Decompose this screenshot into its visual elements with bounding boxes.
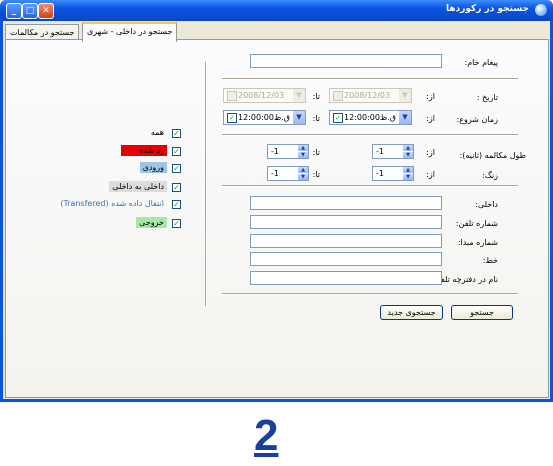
spin-up-icon[interactable]: ▲ bbox=[298, 145, 308, 151]
line-label: خط: bbox=[482, 256, 498, 265]
internal-to-internal-label: داخلی به داخلی bbox=[109, 181, 167, 192]
time-from-picker[interactable]: ✓ 12:00:00 ق.ظ ▼ bbox=[329, 110, 412, 125]
tab-search-calls[interactable]: جستجو در مکالمات bbox=[5, 24, 80, 40]
internal-to-internal-checkbox[interactable]: ✓ bbox=[172, 183, 181, 192]
spin-down-icon[interactable]: ▼ bbox=[298, 174, 308, 180]
chevron-down-icon[interactable]: ▼ bbox=[399, 89, 411, 102]
time-from-label: از: bbox=[426, 114, 435, 123]
time-to-checkbox[interactable]: ✓ bbox=[227, 113, 237, 123]
window-title: جستجو در رکوردها bbox=[446, 4, 529, 14]
phonebook-name-input[interactable] bbox=[250, 271, 442, 285]
figure-number: 2 bbox=[254, 411, 279, 460]
separator bbox=[222, 134, 518, 136]
source-number-label: شماره مبدا: bbox=[457, 238, 498, 247]
search-button[interactable]: جستجو bbox=[451, 305, 513, 320]
date-to-picker[interactable]: 2008/12/03 ▼ bbox=[223, 88, 306, 103]
ring-to-label: تا: bbox=[312, 170, 320, 179]
all-label: همه bbox=[150, 128, 164, 137]
separator bbox=[222, 293, 518, 295]
minimize-button[interactable]: _ bbox=[6, 3, 22, 19]
ring-from-label: از: bbox=[426, 170, 435, 179]
transferred-label: انتقال داده شده (Transfered) bbox=[60, 199, 164, 208]
transferred-checkbox[interactable]: ✓ bbox=[172, 200, 181, 209]
raw-message-input[interactable] bbox=[250, 54, 442, 68]
duration-to-stepper[interactable]: -1 ▲ ▼ bbox=[267, 144, 309, 159]
title-bar[interactable]: جستجو در رکوردها _ □ ✕ bbox=[0, 0, 553, 21]
time-from-checkbox[interactable]: ✓ bbox=[333, 113, 343, 123]
rejected-label: رد شده bbox=[121, 145, 167, 156]
new-search-button[interactable]: جستجوی جدید bbox=[380, 305, 443, 320]
line-input[interactable] bbox=[250, 252, 442, 266]
time-to-label: تا: bbox=[312, 114, 320, 123]
internal-input[interactable] bbox=[250, 196, 442, 210]
search-panel: پیغام خام: تاریخ : از: 2008/12/03 ▼ تا: … bbox=[5, 39, 549, 398]
chevron-down-icon[interactable]: ▼ bbox=[293, 89, 305, 102]
source-number-input[interactable] bbox=[250, 234, 442, 248]
date-from-label: از: bbox=[426, 92, 435, 101]
phonebook-name-label: نام در دفترچه تلفن: bbox=[432, 275, 498, 284]
spin-icon[interactable]: ▼ bbox=[399, 111, 411, 124]
spin-down-icon[interactable]: ▼ bbox=[403, 174, 413, 180]
spin-down-icon[interactable]: ▼ bbox=[403, 152, 413, 158]
time-to-picker[interactable]: ✓ 12:00:00 ق.ظ ▼ bbox=[223, 110, 306, 125]
ring-to-stepper[interactable]: -1 ▲ ▼ bbox=[267, 166, 309, 181]
raw-message-label: پیغام خام: bbox=[464, 58, 498, 67]
duration-to-label: تا: bbox=[312, 148, 320, 157]
tab-search-internal-city[interactable]: جستجو در داخلی - شهری bbox=[82, 22, 178, 42]
ring-from-stepper[interactable]: -1 ▲ ▼ bbox=[372, 166, 414, 181]
separator bbox=[222, 78, 518, 80]
phone-number-label: شماره تلفن: bbox=[455, 219, 498, 228]
outgoing-checkbox[interactable]: ✓ bbox=[172, 219, 181, 228]
incoming-label: ورودی bbox=[139, 162, 167, 173]
search-records-window: جستجو در رکوردها _ □ ✕ جستجو در مکالمات … bbox=[0, 0, 553, 402]
rejected-checkbox[interactable]: ✓ bbox=[172, 147, 181, 156]
start-time-label: زمان شروع: bbox=[456, 115, 498, 124]
duration-from-stepper[interactable]: -1 ▲ ▼ bbox=[372, 144, 414, 159]
separator bbox=[222, 185, 518, 187]
incoming-checkbox[interactable]: ✓ bbox=[172, 164, 181, 173]
date-to-label: تا: bbox=[312, 92, 320, 101]
maximize-button[interactable]: □ bbox=[22, 3, 38, 19]
spin-icon[interactable]: ▼ bbox=[293, 111, 305, 124]
close-button[interactable]: ✕ bbox=[38, 3, 54, 19]
app-icon bbox=[535, 4, 547, 16]
spin-down-icon[interactable]: ▼ bbox=[298, 152, 308, 158]
dialog-client-area: جستجو در مکالمات جستجو در داخلی - شهری پ… bbox=[3, 21, 550, 399]
spin-up-icon[interactable]: ▲ bbox=[403, 167, 413, 173]
date-from-picker[interactable]: 2008/12/03 ▼ bbox=[329, 88, 412, 103]
date-to-checkbox[interactable] bbox=[227, 91, 237, 101]
date-from-checkbox[interactable] bbox=[333, 91, 343, 101]
spin-up-icon[interactable]: ▲ bbox=[298, 167, 308, 173]
vertical-separator bbox=[205, 62, 207, 306]
duration-from-label: از: bbox=[426, 148, 435, 157]
internal-label: داخلی: bbox=[475, 200, 498, 209]
all-checkbox[interactable]: ✓ bbox=[172, 129, 181, 138]
spin-up-icon[interactable]: ▲ bbox=[403, 145, 413, 151]
outgoing-label: خروجی bbox=[136, 217, 167, 228]
phone-number-input[interactable] bbox=[250, 215, 442, 229]
ring-label: زنگ: bbox=[482, 171, 498, 180]
date-label: تاریخ : bbox=[476, 93, 498, 102]
duration-label: طول مکالمه (ثانیه): bbox=[459, 151, 526, 160]
